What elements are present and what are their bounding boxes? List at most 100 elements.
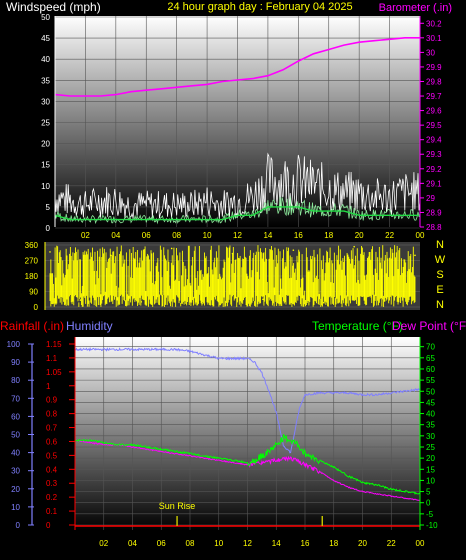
rainfall-tick-label: 0.2	[46, 493, 58, 502]
sun-event-label: Sun Rise	[159, 501, 196, 511]
barometer-tick-label: 30.1	[426, 34, 442, 43]
direction-point	[384, 300, 386, 302]
x-tick-label: 12	[233, 231, 242, 240]
barometer-tick-label: 30	[426, 48, 435, 57]
windspeed-tick-label: 45	[41, 34, 50, 43]
rainfall-tick-label: 0.7	[46, 424, 58, 433]
windspeed-tick-label: 5	[46, 203, 51, 212]
x-tick-label: 08	[172, 231, 181, 240]
x-tick-label: 04	[111, 231, 120, 240]
compass-letter: N	[436, 299, 444, 311]
temperature-tick-label: -5	[426, 510, 434, 519]
temperature-tick-label: 25	[426, 443, 435, 452]
temperature-tick-label: 10	[426, 476, 435, 485]
rainfall-tick-label: 0.6	[46, 437, 58, 446]
direction-point	[353, 246, 355, 248]
barometer-tick-label: 29.7	[426, 92, 442, 101]
humidity-tick-label: 90	[11, 358, 20, 367]
x-tick-label: 14	[263, 231, 272, 240]
humidity-tick-label: 80	[11, 376, 20, 385]
direction-point	[414, 255, 416, 257]
temperature-tick-label: 50	[426, 387, 435, 396]
temperature-axis-title: Temperature (°F)	[312, 319, 403, 333]
barometer-tick-label: 28.8	[426, 223, 442, 232]
temperature-tick-label: 70	[426, 343, 435, 352]
direction-point	[140, 301, 142, 303]
barometer-tick-label: 29.2	[426, 165, 442, 174]
compass-letter: N	[436, 239, 444, 251]
temperature-tick-label: -10	[426, 521, 438, 530]
barometer-tick-label: 29.8	[426, 77, 442, 86]
humidity-axis-title: Humidity	[66, 319, 113, 333]
compass-letter: W	[435, 254, 446, 266]
x-tick-label: 22	[387, 539, 396, 548]
temperature-tick-label: 40	[426, 410, 435, 419]
humidity-tick-label: 50	[11, 431, 20, 440]
rainfall-tick-label: 0.8	[46, 410, 58, 419]
barometer-tick-label: 29.9	[426, 63, 442, 72]
rainfall-tick-label: 1.1	[46, 354, 58, 363]
humidity-tick-label: 20	[11, 485, 20, 494]
windspeed-tick-label: 50	[41, 13, 50, 22]
barometer-tick-label: 29.4	[426, 136, 442, 145]
direction-point	[80, 299, 82, 301]
rainfall-tick-label: 0	[46, 521, 51, 530]
temperature-tick-label: 5	[426, 488, 431, 497]
barometer-tick-label: 29.5	[426, 121, 442, 130]
direction-tick-label: 0	[34, 303, 39, 312]
humidity-tick-label: 30	[11, 467, 20, 476]
x-tick-label: 18	[324, 231, 333, 240]
x-tick-label: 00	[416, 231, 425, 240]
windspeed-tick-label: 40	[41, 55, 50, 64]
barometer-tick-label: 30.2	[426, 19, 442, 28]
direction-point	[171, 248, 173, 250]
compass-letter: E	[436, 284, 443, 296]
barometer-tick-label: 28.9	[426, 208, 442, 217]
x-tick-label: 22	[385, 231, 394, 240]
temperature-tick-label: 55	[426, 376, 435, 385]
barometer-tick-label: 29.6	[426, 107, 442, 116]
windspeed-axis-title: Windspeed (mph)	[6, 0, 101, 14]
windspeed-tick-label: 10	[41, 182, 50, 191]
humidity-tick-label: 10	[11, 503, 20, 512]
temperature-tick-label: 30	[426, 432, 435, 441]
windspeed-tick-label: 30	[41, 97, 50, 106]
direction-tick-label: 270	[25, 257, 39, 266]
windspeed-tick-label: 0	[46, 224, 51, 233]
temperature-tick-label: 35	[426, 421, 435, 430]
x-tick-label: 06	[142, 231, 151, 240]
humidity-tick-label: 60	[11, 412, 20, 421]
direction-point	[232, 253, 234, 255]
x-tick-label: 18	[329, 539, 338, 548]
rainfall-tick-label: 0.9	[46, 396, 58, 405]
compass-letter: S	[436, 269, 443, 281]
rainfall-tick-label: 0.3	[46, 479, 58, 488]
direction-point	[293, 249, 295, 251]
temperature-tick-label: 45	[426, 398, 435, 407]
barometer-tick-label: 29.3	[426, 150, 442, 159]
windspeed-tick-label: 25	[41, 119, 50, 128]
x-tick-label: 02	[99, 539, 108, 548]
x-tick-label: 06	[157, 539, 166, 548]
x-tick-label: 12	[243, 539, 252, 548]
barometer-axis-title: Barometer (.in)	[379, 2, 452, 14]
temperature-tick-label: 20	[426, 454, 435, 463]
direction-tick-label: 90	[29, 288, 38, 297]
x-tick-label: 10	[214, 539, 223, 548]
barometer-tick-label: 29	[426, 194, 435, 203]
rainfall-axis-title: Rainfall (.in)	[0, 319, 64, 333]
weather-graph: 0510152025303540455002040608101214161820…	[0, 0, 466, 555]
x-tick-label: 20	[355, 231, 364, 240]
direction-tick-label: 360	[25, 241, 39, 250]
direction-point	[110, 255, 112, 257]
windspeed-tick-label: 15	[41, 161, 50, 170]
rainfall-tick-label: 1.05	[46, 368, 62, 377]
x-tick-label: 16	[294, 231, 303, 240]
humidity-tick-label: 100	[7, 340, 21, 349]
rainfall-tick-label: 0.4	[46, 465, 58, 474]
direction-tick-label: 180	[25, 272, 39, 281]
direction-point	[201, 303, 203, 305]
dewpoint-axis-title: Dew Point (°F)	[392, 319, 466, 333]
barometer-tick-label: 29.1	[426, 179, 442, 188]
rainfall-tick-label: 1.15	[46, 340, 62, 349]
